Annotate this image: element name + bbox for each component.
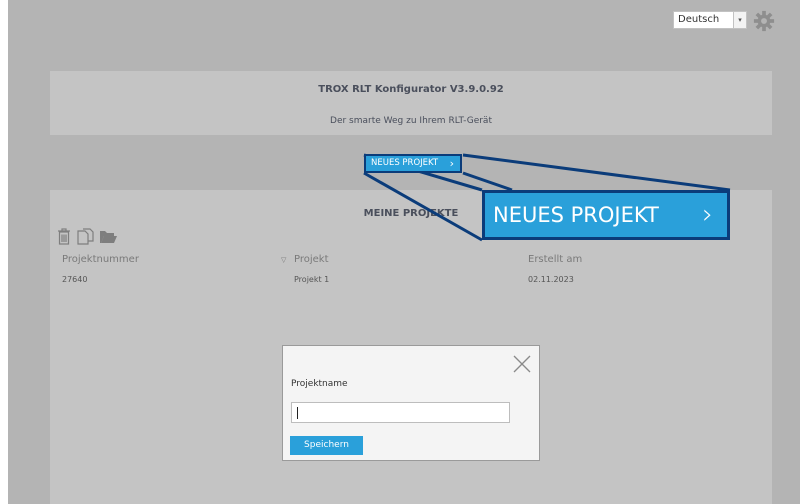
chevron-down-icon[interactable]: ▾ [733, 11, 747, 29]
column-header-created[interactable]: Erstellt am [528, 254, 582, 265]
table-row-name[interactable]: Projekt 1 [294, 275, 329, 284]
language-select-value: Deutsch [678, 14, 720, 25]
chevron-right-icon: › [449, 157, 454, 170]
sort-icon[interactable]: ▽ [281, 256, 286, 264]
new-project-button[interactable]: NEUES PROJEKT › [364, 154, 462, 173]
app-subtitle: Der smarte Weg zu Ihrem RLT-Gerät [330, 116, 492, 126]
close-icon[interactable] [512, 354, 532, 374]
language-select[interactable]: Deutsch ▾ [673, 11, 747, 29]
table-row-number[interactable]: 27640 [62, 275, 87, 284]
column-header-project[interactable]: Projekt [294, 254, 329, 265]
app-title: TROX RLT Konfigurator V3.9.0.92 [318, 84, 504, 95]
table-row-created[interactable]: 02.11.2023 [528, 275, 574, 284]
project-name-label: Projektname [291, 379, 348, 389]
new-project-dialog: Projektname Speichern [282, 345, 540, 461]
text-caret [297, 407, 298, 419]
header-card: TROX RLT Konfigurator V3.9.0.92 Der smar… [50, 71, 772, 135]
trash-icon[interactable] [57, 228, 71, 245]
column-header-number[interactable]: Projektnummer [62, 254, 139, 265]
copy-icon[interactable] [77, 228, 95, 245]
chevron-right-icon: › [702, 199, 713, 230]
gear-icon[interactable] [753, 10, 775, 32]
folder-open-icon[interactable] [99, 228, 118, 244]
project-name-input[interactable] [291, 402, 510, 423]
callout-label: NEUES PROJEKT [493, 203, 659, 227]
zoomed-new-project-callout: NEUES PROJEKT › [482, 190, 730, 240]
save-button[interactable]: Speichern [290, 436, 363, 455]
new-project-label: NEUES PROJEKT [371, 158, 439, 168]
